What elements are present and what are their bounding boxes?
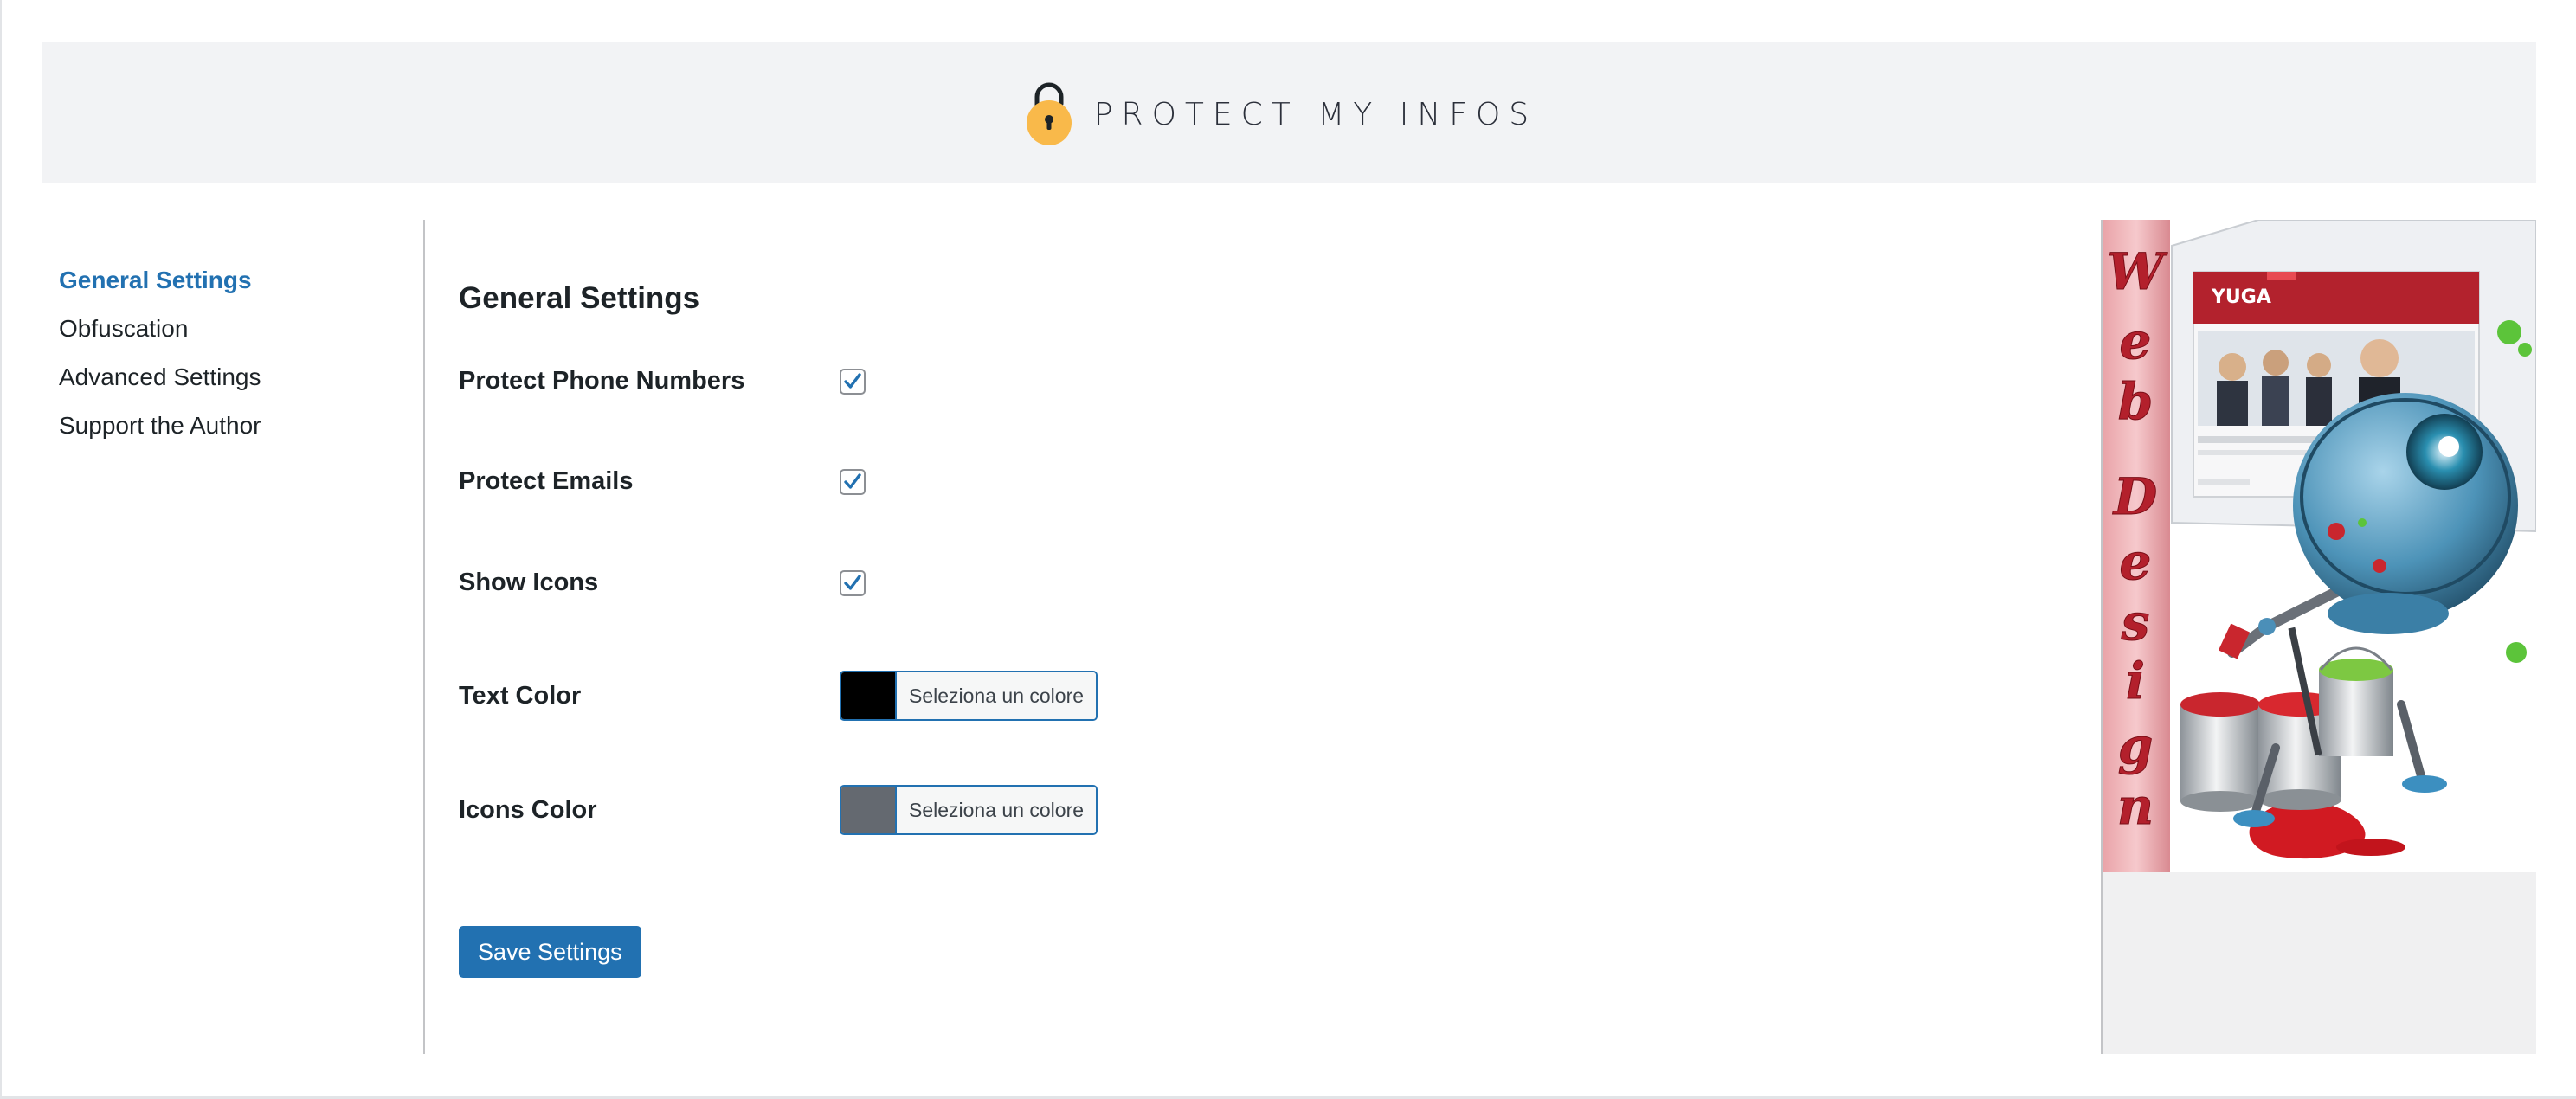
setting-row-icons-color: Icons Color Seleziona un colore: [459, 785, 1098, 835]
svg-text:b: b: [2118, 372, 2154, 431]
protect-emails-checkbox[interactable]: [840, 468, 866, 495]
show-icons-label: Show Icons: [459, 569, 599, 596]
checkmark-icon: [844, 372, 861, 389]
sidebar-nav: General Settings Obfuscation Advanced Se…: [59, 256, 422, 450]
svg-text:n: n: [2117, 777, 2154, 836]
sidebar-divider: [423, 220, 425, 1054]
svg-text:g: g: [2118, 717, 2154, 775]
setting-row-phone: Protect Phone Numbers: [459, 367, 866, 395]
promo-panel: W e b D e s i g n YUGA: [2101, 220, 2536, 1054]
protect-phone-checkbox[interactable]: [840, 368, 866, 395]
setting-row-text-color: Text Color Seleziona un colore: [459, 671, 1098, 721]
icons-color-label: Icons Color: [459, 795, 597, 824]
save-settings-button[interactable]: Save Settings: [459, 926, 641, 978]
svg-text:D: D: [2112, 467, 2157, 526]
icons-color-picker-label: Seleziona un colore: [897, 787, 1097, 833]
svg-text:e: e: [2120, 312, 2152, 370]
icons-color-swatch: [841, 787, 897, 833]
text-color-picker-button[interactable]: Seleziona un colore: [840, 671, 1098, 721]
sidebar-item-support-the-author[interactable]: Support the Author: [59, 402, 422, 450]
lock-icon: [1026, 82, 1072, 145]
text-color-label: Text Color: [459, 681, 582, 710]
sidebar-item-general-settings[interactable]: General Settings: [59, 256, 422, 305]
plugin-header: PROTECT MY INFOS: [42, 42, 2536, 183]
protect-phone-label: Protect Phone Numbers: [459, 367, 745, 395]
svg-text:e: e: [2120, 532, 2152, 591]
svg-text:s: s: [2121, 593, 2150, 652]
text-color-picker-label: Seleziona un colore: [897, 672, 1097, 719]
setting-row-show-icons: Show Icons: [459, 569, 866, 597]
settings-form: General Settings Protect Phone Numbers P…: [459, 277, 2017, 978]
text-color-swatch: [841, 672, 897, 719]
setting-row-emails: Protect Emails: [459, 467, 866, 496]
logo-text: PROTECT MY INFOS: [1093, 96, 1538, 132]
svg-text:i: i: [2126, 652, 2145, 710]
svg-text:YUGA: YUGA: [2211, 286, 2271, 308]
web-design-ad-banner[interactable]: W e b D e s i g n YUGA: [2103, 220, 2536, 872]
section-title: General Settings: [459, 281, 700, 315]
protect-emails-label: Protect Emails: [459, 467, 634, 495]
show-icons-checkbox[interactable]: [840, 569, 866, 596]
checkmark-icon: [844, 472, 861, 489]
sidebar-item-advanced-settings[interactable]: Advanced Settings: [59, 353, 422, 402]
icons-color-picker-button[interactable]: Seleziona un colore: [840, 785, 1098, 835]
svg-text:W: W: [2107, 242, 2167, 301]
sidebar-item-obfuscation[interactable]: Obfuscation: [59, 305, 422, 353]
plugin-logo: PROTECT MY INFOS: [1023, 78, 1537, 147]
checkmark-icon: [844, 574, 861, 590]
